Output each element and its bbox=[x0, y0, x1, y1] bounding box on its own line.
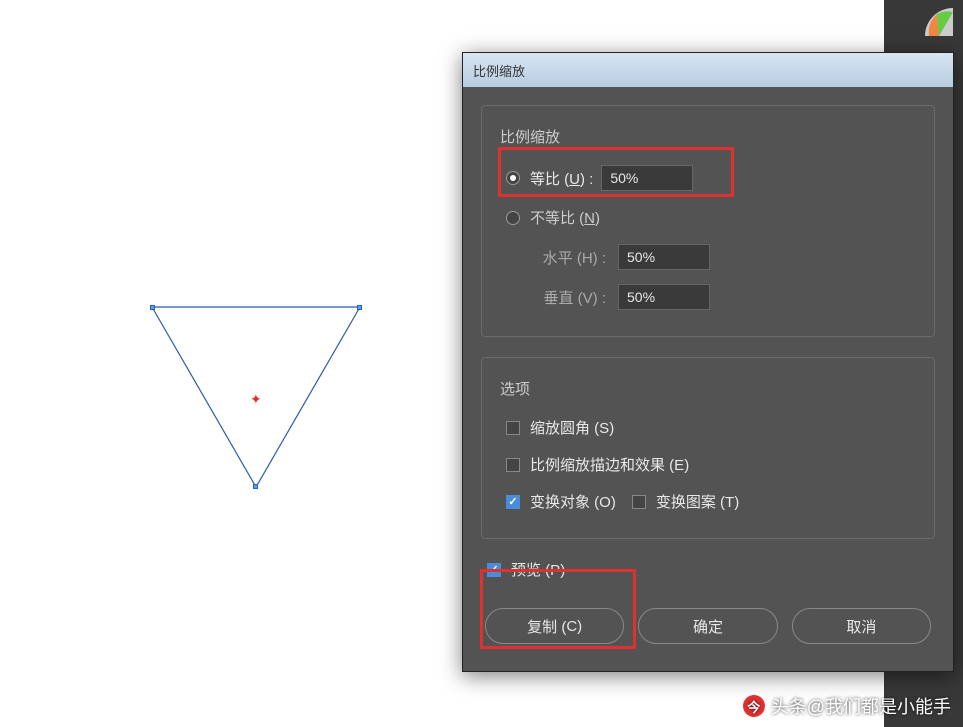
vertical-label: 垂直 (V) : bbox=[530, 287, 610, 308]
uniform-value-input[interactable] bbox=[601, 165, 693, 191]
dialog-titlebar[interactable]: 比例缩放 bbox=[463, 53, 953, 87]
checkbox-label: 预览 (P) bbox=[511, 559, 565, 580]
anchor-point[interactable] bbox=[253, 484, 258, 489]
checkbox-icon bbox=[506, 421, 520, 435]
checkbox-icon bbox=[632, 495, 646, 509]
transform-objects-checkbox[interactable]: 变换对象 (O) bbox=[506, 491, 616, 512]
scale-strokes-checkbox[interactable]: 比例缩放描边和效果 (E) bbox=[500, 454, 916, 475]
transform-patterns-checkbox[interactable]: 变换图案 (T) bbox=[632, 491, 739, 512]
section-title: 选项 bbox=[500, 378, 916, 399]
section-title: 比例缩放 bbox=[500, 126, 916, 147]
triangle-shape[interactable]: ✦ bbox=[150, 305, 362, 491]
radio-icon bbox=[506, 211, 520, 225]
uniform-radio-row[interactable]: 等比 (U) : bbox=[500, 165, 916, 191]
watermark-text: @我们都是小能手 bbox=[807, 693, 951, 719]
watermark-icon: 今 bbox=[743, 695, 765, 717]
options-section: 选项 缩放圆角 (S) 比例缩放描边和效果 (E) 变换对象 (O) bbox=[481, 357, 935, 539]
vertical-value-input[interactable] bbox=[618, 284, 710, 310]
watermark-prefix: 头条 bbox=[771, 693, 807, 719]
nonuniform-label: 不等比 (N) bbox=[530, 207, 600, 228]
ok-button[interactable]: 确定 bbox=[638, 608, 777, 644]
checkbox-icon bbox=[487, 563, 501, 577]
checkbox-label: 缩放圆角 (S) bbox=[530, 417, 614, 438]
radio-icon bbox=[506, 171, 520, 185]
horizontal-row: 水平 (H) : bbox=[500, 244, 916, 270]
checkbox-label: 变换图案 (T) bbox=[656, 491, 739, 512]
watermark: 今 头条 @我们都是小能手 bbox=[743, 693, 951, 719]
vertical-row: 垂直 (V) : bbox=[500, 284, 916, 310]
center-reference-icon: ✦ bbox=[250, 391, 262, 408]
scale-section: 比例缩放 等比 (U) : 不等比 (N) 水平 (H) : 垂直 (V) : bbox=[481, 105, 935, 337]
cancel-button[interactable]: 取消 bbox=[792, 608, 931, 644]
checkbox-label: 变换对象 (O) bbox=[530, 491, 616, 512]
scale-dialog: 比例缩放 比例缩放 等比 (U) : 不等比 (N) 水平 (H) : bbox=[462, 52, 954, 672]
checkbox-icon bbox=[506, 458, 520, 472]
anchor-point[interactable] bbox=[357, 305, 362, 310]
scale-corners-checkbox[interactable]: 缩放圆角 (S) bbox=[500, 417, 916, 438]
horizontal-value-input[interactable] bbox=[618, 244, 710, 270]
button-row: 复制 (C) 确定 取消 bbox=[481, 608, 935, 644]
horizontal-label: 水平 (H) : bbox=[530, 247, 610, 268]
uniform-label: 等比 (U) : bbox=[530, 168, 593, 189]
transform-row: 变换对象 (O) 变换图案 (T) bbox=[500, 491, 916, 512]
dialog-body: 比例缩放 等比 (U) : 不等比 (N) 水平 (H) : 垂直 (V) : bbox=[463, 87, 953, 662]
checkbox-label: 比例缩放描边和效果 (E) bbox=[530, 454, 689, 475]
copy-button[interactable]: 复制 (C) bbox=[485, 608, 624, 644]
preview-checkbox[interactable]: 预览 (P) bbox=[481, 559, 935, 580]
checkbox-icon bbox=[506, 495, 520, 509]
anchor-point[interactable] bbox=[150, 305, 155, 310]
nonuniform-radio-row[interactable]: 不等比 (N) bbox=[500, 207, 916, 228]
color-wheel-icon[interactable] bbox=[925, 8, 953, 36]
dialog-title: 比例缩放 bbox=[473, 61, 525, 80]
